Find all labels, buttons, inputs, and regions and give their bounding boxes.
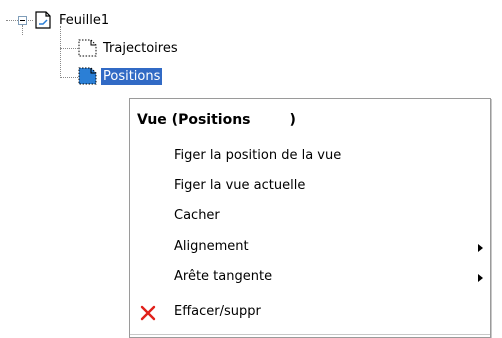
menu-item-label: Alignement [174,239,249,254]
menu-item-figer-vue[interactable]: Figer la vue actuelle [130,173,490,199]
tree-node-label: Positions [101,67,163,85]
sheet-icon [34,11,54,29]
feature-tree: Feuille1 Trajectoires Positions [0,0,502,100]
tree-node-label: Trajectoires [103,40,178,56]
submenu-arrow-icon [478,274,483,282]
tree-connector [60,77,78,78]
tree-connector [60,48,78,49]
tree-node-trajectoires[interactable]: Trajectoires [78,39,180,57]
context-menu: Vue (Positions ) Figer la position de la… [129,98,491,338]
menu-separator [130,334,490,335]
menu-item-label: Figer la vue actuelle [174,178,306,193]
menu-item-alignement[interactable]: Alignement [130,234,490,260]
context-menu-title: Vue (Positions ) [137,112,296,128]
menu-item-label: Arête tangente [174,269,273,284]
menu-item-label: Cacher [174,208,220,223]
tree-connector [28,20,33,21]
submenu-arrow-icon [478,244,483,252]
view-icon [78,67,98,85]
tree-node-positions[interactable]: Positions [78,67,163,85]
menu-item-figer-position[interactable]: Figer la position de la vue [130,143,490,169]
delete-x-icon [140,305,156,321]
menu-item-effacer[interactable]: Effacer/suppr [130,299,490,325]
tree-connector [6,20,18,21]
tree-connector [22,25,23,35]
menu-item-label: Figer la position de la vue [174,148,342,163]
tree-node-feuille1[interactable]: Feuille1 [34,11,111,29]
menu-item-arete-tangente[interactable]: Arête tangente [130,264,490,290]
menu-item-label: Effacer/suppr [174,304,261,319]
menu-item-cacher[interactable]: Cacher [130,203,490,229]
tree-connector [60,26,61,78]
tree-node-label: Feuille1 [59,12,110,28]
view-icon [78,39,98,57]
collapse-toggle[interactable] [18,16,27,25]
